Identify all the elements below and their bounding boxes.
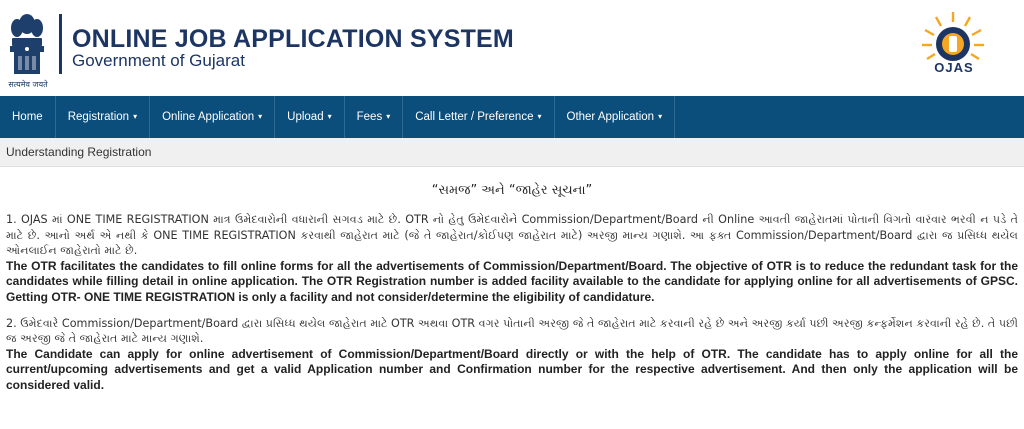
nav-call-letter[interactable]: Call Letter / Preference ▾	[403, 96, 555, 138]
ojas-logo-icon	[922, 12, 984, 61]
main-content: “સમજ” અને “જાહેર સૂચના” 1. OJAS માં ONE …	[6, 176, 1018, 394]
chevron-down-icon: ▾	[658, 112, 663, 121]
notice-paragraph-1-gujarati: 1. OJAS માં ONE TIME REGISTRATION માત્ર …	[6, 213, 1018, 258]
nav-other-application[interactable]: Other Application ▾	[555, 96, 676, 138]
notice-paragraph-2-english: The Candidate can apply for online adver…	[6, 346, 1018, 392]
nav-online-application[interactable]: Online Application ▾	[150, 96, 276, 138]
nav-home[interactable]: Home	[0, 96, 56, 138]
nav-fees-label: Fees	[356, 111, 383, 123]
header-divider	[59, 14, 62, 74]
nav-upload-label: Upload	[287, 111, 324, 123]
breadcrumb: Understanding Registration	[0, 138, 1024, 167]
notice-paragraph-1-english: The OTR facilitates the candidates to fi…	[6, 258, 1018, 304]
emblem-caption: सत्यमेव जयते	[8, 80, 48, 89]
nav-registration-label: Registration	[67, 111, 130, 123]
nav-online-application-label: Online Application	[162, 111, 255, 123]
ojas-logo-text: OJAS	[934, 60, 974, 75]
main-nav: Home Registration ▾ Online Application ▾…	[0, 96, 1024, 138]
notice-paragraph-2-gujarati: 2. ઉમેદવારે Commission/Department/Board …	[6, 316, 1018, 346]
nav-home-label: Home	[12, 111, 43, 123]
chevron-down-icon: ▾	[537, 112, 542, 121]
chevron-down-icon: ▾	[327, 112, 332, 121]
nav-upload[interactable]: Upload ▾	[275, 96, 345, 138]
nav-fees[interactable]: Fees ▾	[345, 96, 404, 138]
site-header: सत्यमेव जयते ONLINE JOB APPLICATION SYST…	[0, 0, 1024, 96]
page-title: ONLINE JOB APPLICATION SYSTEM	[72, 25, 514, 53]
nav-other-application-label: Other Application	[566, 111, 655, 123]
breadcrumb-label: Understanding Registration	[6, 145, 152, 159]
chevron-down-icon: ▾	[386, 112, 391, 121]
nav-call-letter-label: Call Letter / Preference	[415, 111, 534, 123]
notice-title: “સમજ” અને “જાહેર સૂચના”	[431, 183, 593, 198]
national-emblem-icon	[10, 14, 44, 74]
chevron-down-icon: ▾	[258, 112, 263, 121]
page-subtitle: Government of Gujarat	[72, 51, 245, 70]
nav-registration[interactable]: Registration ▾	[56, 96, 151, 138]
chevron-down-icon: ▾	[133, 112, 138, 121]
